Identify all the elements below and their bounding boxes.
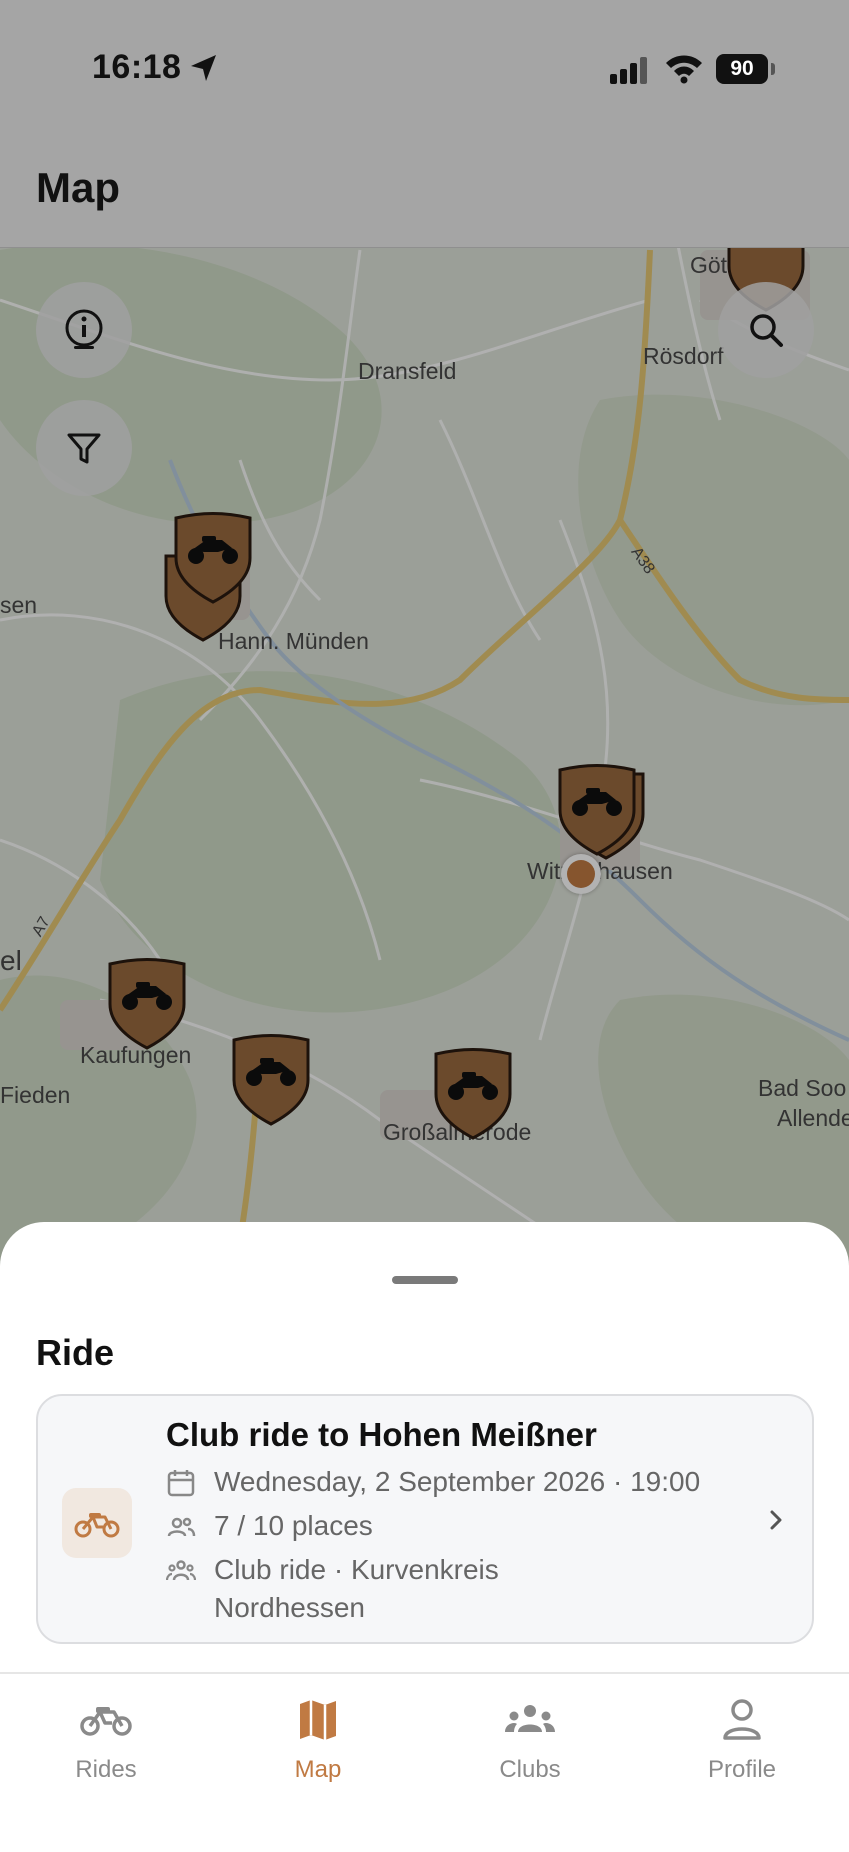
ride-card[interactable]: Club ride to Hohen Meißner Wednesday, 2 … [36,1394,814,1644]
tab-map[interactable]: Map [218,1696,418,1784]
tab-label: Rides [75,1756,137,1783]
place-label: Allende [777,1105,849,1131]
tab-label: Clubs [499,1756,561,1783]
battery-indicator: 90 [716,54,768,84]
tab-rides[interactable]: Rides [6,1696,206,1784]
people-icon [167,1517,196,1537]
clubs-icon [505,1705,555,1732]
ride-pin[interactable] [172,512,254,604]
ride-pin[interactable] [432,1048,514,1140]
ride-places: 7 / 10 places [214,1510,373,1541]
profile-icon [723,1699,761,1740]
wifi-icon [666,55,702,84]
filter-icon [67,433,101,464]
map-icon [300,1700,336,1740]
info-button[interactable] [36,282,132,378]
battery-cap [771,63,775,75]
page-title: Map [36,164,120,211]
ride-thumbnail [62,1488,132,1558]
place-label: sen [0,592,38,618]
ride-pin[interactable] [556,764,638,856]
tab-label: Map [294,1756,342,1783]
info-icon [65,309,103,349]
search-icon [750,314,783,347]
motorcycle-icon [74,1513,120,1538]
ride-club-continued: Nordhessen [214,1592,365,1623]
place-label: Rösdorf [643,343,724,369]
chevron-right-icon [770,1510,782,1530]
place-label: Fieden [0,1082,71,1108]
tab-clubs[interactable]: Clubs [430,1696,630,1784]
tab-profile[interactable]: Profile [642,1696,842,1784]
ride-title: Club ride to Hohen Meißner [166,1416,597,1453]
place-label: Bad Soo [758,1075,847,1101]
tab-bar: Rides Map Clubs Profile [0,1672,849,1852]
bottom-sheet[interactable]: Ride Club ride to Hohen Meißner Wednesda… [0,1222,849,1672]
status-time: 16:18 [92,48,182,86]
signal-icon [610,57,647,84]
ride-pin[interactable] [106,958,188,1050]
calendar-icon [167,1470,195,1497]
ride-club: Club ride · Kurvenkreis [214,1554,499,1585]
filter-button[interactable] [36,400,132,496]
status-bar: 16:18 90 [0,0,849,120]
user-location-marker [561,854,601,894]
ride-pin[interactable] [230,1034,312,1126]
motorcycle-icon [80,1707,132,1736]
sheet-title: Ride [36,1332,115,1373]
nav-header: Map [0,120,849,248]
place-label: Dransfeld [358,358,457,384]
group-icon [166,1560,196,1581]
tab-label: Profile [707,1756,777,1783]
place-label: el [0,945,22,976]
search-button[interactable] [718,282,814,378]
sheet-grabber[interactable] [392,1276,458,1284]
ride-date: Wednesday, 2 September 2026 · 19:00 [214,1466,701,1497]
location-arrow-icon [191,55,216,81]
